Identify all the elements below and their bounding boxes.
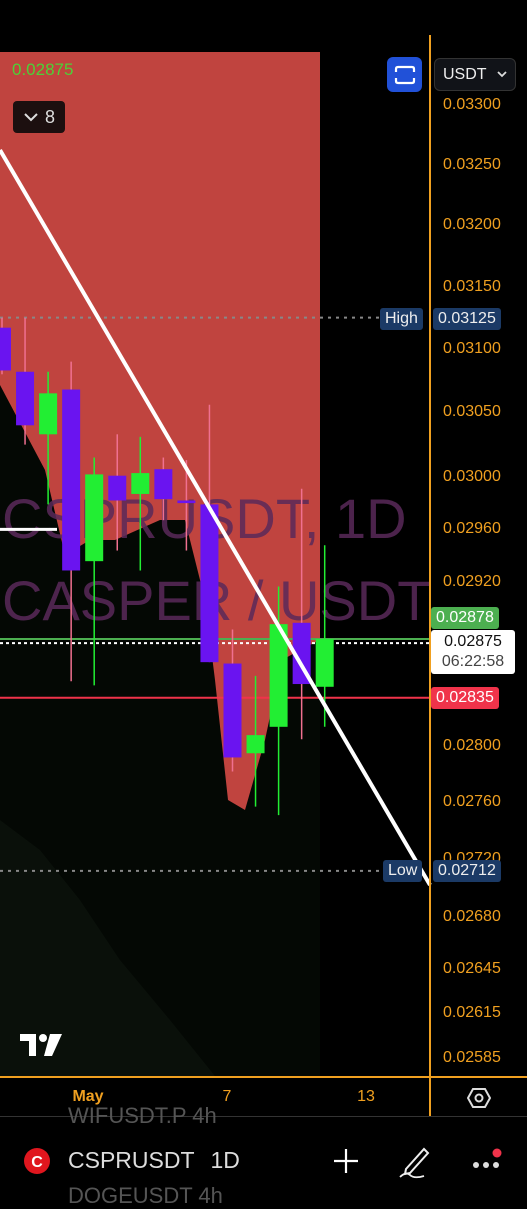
green-line-price-tag: 0.02878 [431, 607, 499, 629]
red-line-price-tag: 0.02835 [431, 687, 499, 709]
currency-select[interactable]: USDT [434, 58, 516, 91]
indicators-collapse-button[interactable]: 8 [13, 101, 65, 133]
price-tick: 0.03050 [443, 403, 501, 421]
candle-body [131, 473, 150, 494]
price-tick: 0.03250 [443, 155, 501, 173]
currency-value: USDT [443, 65, 487, 83]
low-label-tag: Low [383, 860, 423, 882]
candle-body [62, 389, 81, 571]
plus-icon[interactable] [332, 1147, 360, 1175]
current-price: 0.02875 [444, 633, 502, 650]
fullscreen-button[interactable] [387, 57, 422, 92]
candle-body [16, 371, 35, 426]
candle-body [108, 475, 127, 501]
price-tick: 0.02920 [443, 573, 501, 591]
tradingview-logo [20, 1034, 62, 1056]
price-tick: 0.02585 [443, 1049, 501, 1067]
candle-body [0, 327, 11, 371]
chevron-down-icon [24, 113, 38, 122]
price-tick: 0.02800 [443, 737, 501, 755]
price-tick: 0.03100 [443, 340, 501, 358]
indicator-count: 8 [44, 106, 55, 127]
more-menu-icon[interactable] [470, 1147, 506, 1173]
notification-dot [492, 1148, 502, 1158]
high-label-tag: High [380, 308, 423, 330]
candle-body [85, 474, 104, 562]
bottom-toolbar: WIFUSDT.P 4h DOGEUSDT 4h C CSPRUSDT 1D [0, 1103, 527, 1208]
candle-countdown: 06:22:58 [441, 653, 505, 670]
candle-body [246, 735, 265, 754]
svg-text:C: C [31, 1154, 43, 1171]
high-price-tag: 0.03125 [433, 308, 501, 330]
fullscreen-icon [394, 65, 415, 84]
candle-body [177, 500, 196, 504]
price-tick: 0.02615 [443, 1004, 501, 1022]
drawing-pen-icon[interactable] [398, 1143, 432, 1179]
price-tick: 0.03150 [443, 277, 501, 295]
candle-body [315, 639, 334, 687]
symbol-switcher[interactable]: CSPRUSDT 1D [68, 1147, 240, 1174]
low-price-tag: 0.02712 [433, 860, 501, 882]
candle-body [200, 504, 219, 663]
interval: 1D [210, 1147, 240, 1173]
price-tick: 0.03200 [443, 216, 501, 234]
symbol-name: CSPRUSDT [68, 1147, 195, 1173]
candle-body [223, 663, 242, 758]
current-price-tag: 0.02875 06:22:58 [431, 630, 515, 674]
chevron-down-icon [497, 71, 507, 78]
candle-body [154, 469, 173, 500]
price-tick: 0.02960 [443, 520, 501, 538]
price-tick: 0.02760 [443, 793, 501, 811]
price-tick: 0.02645 [443, 959, 501, 977]
price-tick: 0.03300 [443, 96, 501, 113]
time-label-7: 7 [222, 1088, 232, 1105]
candle-body [39, 393, 58, 435]
casper-coin-icon: C [24, 1148, 50, 1174]
chart-settings-icon[interactable] [467, 1086, 491, 1110]
last-price-label: 0.02875 [12, 60, 74, 79]
price-tick: 0.03000 [443, 467, 501, 485]
time-label-13: 13 [357, 1088, 375, 1105]
prev-symbol-ghost: WIFUSDT.P 4h [68, 1103, 217, 1128]
price-tick: 0.02680 [443, 908, 501, 926]
next-symbol-ghost: DOGEUSDT 4h [68, 1183, 223, 1208]
